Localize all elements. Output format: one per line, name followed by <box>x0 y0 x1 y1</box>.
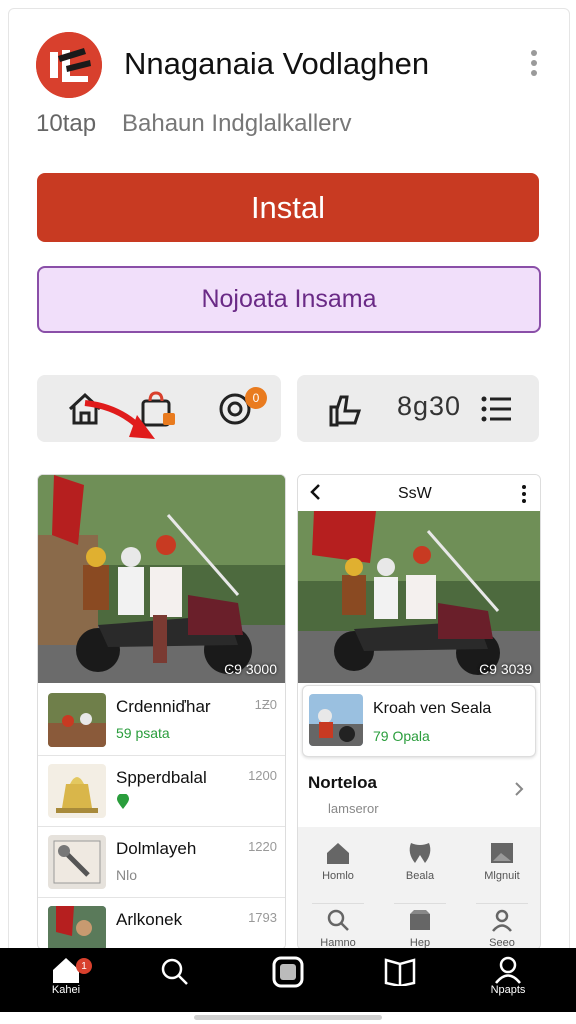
image-icon <box>491 843 513 863</box>
book-icon <box>384 958 416 986</box>
shortcut-grid: Homlo Beala Mlgnuit Hamno Hep Seeo <box>298 827 540 949</box>
more-options-icon[interactable] <box>524 50 544 80</box>
nav-label: Npapts <box>490 984 526 996</box>
back-icon[interactable] <box>308 483 322 506</box>
shortcut-store[interactable]: Hep <box>394 903 446 949</box>
thumbs-up-icon[interactable] <box>323 389 363 429</box>
toolbar-right: 8ɡ30 <box>297 375 539 442</box>
app-logo <box>36 32 102 98</box>
thumbnail <box>48 835 106 889</box>
list-item[interactable]: Spperdbalal 1200 <box>38 756 285 827</box>
store-icon <box>410 910 430 930</box>
bottom-navigation: 1 Kahei Npapts <box>0 948 576 1012</box>
shortcut-person[interactable]: Seeo <box>476 903 528 949</box>
chat-badge: 0 <box>245 387 267 409</box>
nav-search[interactable] <box>144 956 204 1006</box>
tooth-icon <box>409 843 431 863</box>
app-title: Nnaganaia Vodlaghen <box>124 46 430 81</box>
list-item-sub: Nlo <box>116 867 138 883</box>
featured-sub: 79 Opala <box>373 728 430 744</box>
list-item-title: Dolmlayeh <box>116 839 197 858</box>
shortcut-label: Beala <box>405 870 435 882</box>
chevron-right-icon[interactable] <box>514 781 524 802</box>
featured-item[interactable]: Kroah ven Seala 79 Opala <box>302 685 536 757</box>
photo-counter: Ͼ9 3000 <box>224 661 277 677</box>
list-icon[interactable] <box>477 389 517 429</box>
scene-image[interactable]: Ͼ9 3039 <box>298 511 540 683</box>
thumbnail <box>48 764 106 818</box>
person-icon <box>495 956 521 984</box>
nav-profile[interactable]: Npapts <box>478 956 538 1006</box>
red-arrow-icon <box>84 400 155 439</box>
shortcut-search[interactable]: Hamno <box>312 903 364 949</box>
thumbnail <box>48 693 106 747</box>
location-icon <box>116 793 130 813</box>
person-icon <box>492 909 512 932</box>
nav-library[interactable] <box>370 956 430 1006</box>
shortcut-image[interactable]: Mlgnuit <box>476 841 528 882</box>
square-icon <box>272 956 304 988</box>
nav-label: Kahei <box>51 984 81 996</box>
nav-center[interactable] <box>258 956 318 1006</box>
install-button[interactable]: Instal <box>37 173 539 242</box>
shortcut-label: Mlgnuit <box>484 870 520 882</box>
thumbnail <box>48 906 106 949</box>
nav-badge: 1 <box>76 958 92 974</box>
home-icon <box>327 843 349 864</box>
section-row[interactable]: Norteloa lamseror <box>298 757 540 828</box>
more-icon[interactable] <box>522 485 526 503</box>
list-item-time: 1200 <box>248 768 277 783</box>
list-item[interactable]: Crdenniďhar 59 psata 1Ƶ0 <box>38 685 285 756</box>
list-item[interactable]: Dolmlayeh Nlo 1220 <box>38 827 285 898</box>
thumbnail <box>309 694 363 746</box>
secondary-button[interactable]: Nojoata Insama <box>37 266 541 333</box>
shortcut-beala[interactable]: Beala <box>394 841 446 882</box>
list-item-time: 1Ƶ0 <box>254 697 277 712</box>
right-card-header: SsW <box>298 475 540 512</box>
section-sub: lamseror <box>328 801 379 816</box>
toolbar-glyph-text: 8ɡ30 <box>397 391 462 421</box>
list-item-time: 1220 <box>248 839 277 854</box>
list-item-title: Spperdbalal <box>116 768 207 787</box>
rating-meta: 10tap <box>36 110 97 137</box>
shortcut-home[interactable]: Homlo <box>312 841 364 882</box>
list-item[interactable]: Arlkonek 1793 <box>38 898 285 949</box>
list-item-time: 1793 <box>248 910 277 925</box>
search-icon <box>161 958 188 985</box>
right-card-title: SsW <box>398 485 432 502</box>
toolbar-left: 0 <box>37 375 281 442</box>
search-icon <box>327 909 349 931</box>
right-card: SsW Ͼ9 3039 Kroah ven Seala 79 Opala Nor… <box>297 474 541 950</box>
category-meta: Bahaun Indglalkallerv <box>122 110 352 137</box>
section-title: Norteloa <box>308 773 377 792</box>
photo-counter: Ͼ9 3039 <box>479 661 532 677</box>
shortcut-label: Homlo <box>322 870 354 882</box>
list-item-sub: 59 psata <box>116 725 170 741</box>
featured-title: Kroah ven Seala <box>373 700 492 717</box>
left-card: Ͼ9 3000 Crdenniďhar 59 psata 1Ƶ0 Spperdb… <box>37 474 286 950</box>
nav-home[interactable]: 1 Kahei <box>36 956 96 1006</box>
scene-image[interactable]: Ͼ9 3000 <box>38 475 285 683</box>
list-item-title: Crdenniďhar <box>116 697 211 716</box>
home-indicator <box>194 1015 382 1020</box>
list-item-title: Arlkonek <box>116 910 183 929</box>
